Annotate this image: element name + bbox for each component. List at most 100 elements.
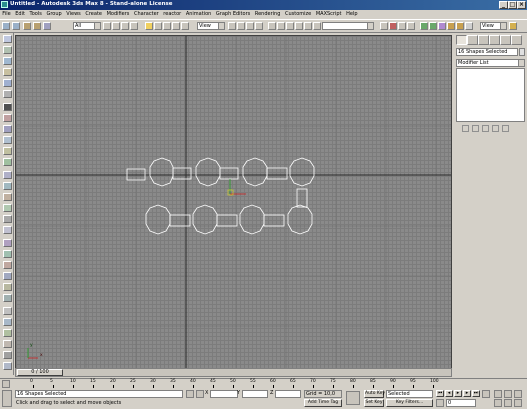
show-end-result-icon[interactable]	[472, 125, 479, 132]
hierarchy-tab-icon[interactable]	[478, 35, 489, 45]
render-last-icon[interactable]	[429, 22, 437, 30]
left-tool-icon-27[interactable]	[3, 329, 12, 337]
lock-selection-icon[interactable]	[186, 390, 194, 398]
quick-render-icon[interactable]	[407, 22, 415, 30]
modifier-list-dropdown[interactable]: Modifier List	[456, 59, 525, 67]
left-tool-icon-26[interactable]	[3, 318, 12, 326]
effects-icon[interactable]	[447, 22, 455, 30]
next-frame-icon[interactable]: ▸	[463, 390, 471, 397]
add-time-tag-button[interactable]: Add Time Tag	[304, 399, 342, 407]
viewport-dropdown[interactable]: View	[480, 22, 507, 30]
select-and-rotate-icon[interactable]	[154, 22, 162, 30]
menu-reactor[interactable]: reactor	[161, 10, 184, 19]
left-tool-icon-23[interactable]	[3, 283, 12, 291]
time-configuration-icon[interactable]	[482, 390, 490, 398]
rectangle-selection-icon[interactable]	[121, 22, 129, 30]
goto-end-icon[interactable]: ⏭	[472, 390, 480, 397]
left-tool-icon-8[interactable]	[3, 114, 12, 122]
menu-help[interactable]: Help	[344, 10, 360, 19]
bind-space-warp-icon[interactable]	[43, 22, 51, 30]
menu-character[interactable]: Character	[132, 10, 161, 19]
left-tool-icon-20[interactable]	[3, 250, 12, 258]
pan-view-icon[interactable]	[504, 399, 512, 407]
left-tool-icon-12[interactable]	[3, 158, 12, 166]
reference-coordinate-dropdown[interactable]: View	[197, 22, 225, 30]
display-tab-icon[interactable]	[500, 35, 511, 45]
left-tool-icon-6[interactable]	[3, 90, 12, 98]
auto-key-button[interactable]: Auto Key	[364, 390, 385, 398]
maximize-button[interactable]: □	[508, 1, 517, 9]
maxscript-listener-icon[interactable]	[2, 390, 12, 407]
selection-name-field[interactable]: 16 Shapes Selected	[456, 48, 518, 56]
mirror-icon[interactable]	[277, 22, 285, 30]
close-button[interactable]: ×	[517, 1, 526, 9]
left-tool-icon-29[interactable]	[3, 351, 12, 359]
percent-snap-icon[interactable]	[246, 22, 254, 30]
render-frame-icon[interactable]	[398, 22, 406, 30]
left-tool-icon-7[interactable]	[3, 103, 12, 111]
left-tool-icon-16[interactable]	[3, 204, 12, 212]
edit-named-selections-icon[interactable]	[268, 22, 276, 30]
left-tool-icon-18[interactable]	[3, 226, 12, 234]
angle-snap-icon[interactable]	[228, 22, 236, 30]
select-object-icon[interactable]	[103, 22, 111, 30]
menu-file[interactable]: File	[0, 10, 13, 19]
window-crossing-icon[interactable]	[130, 22, 138, 30]
y-coord-field[interactable]	[242, 390, 268, 398]
left-tool-icon-30[interactable]	[3, 362, 12, 370]
curve-editor-icon[interactable]	[304, 22, 312, 30]
menu-group[interactable]: Group	[44, 10, 64, 19]
render-production-icon[interactable]	[456, 22, 464, 30]
field-of-view-icon[interactable]	[494, 399, 502, 407]
select-link-icon[interactable]	[23, 22, 31, 30]
align-icon[interactable]	[286, 22, 294, 30]
left-tool-icon-4[interactable]	[3, 68, 12, 76]
object-color-swatch[interactable]	[519, 48, 525, 56]
set-key-button[interactable]: Set Key	[364, 399, 384, 407]
menu-create[interactable]: Create	[83, 10, 104, 19]
select-and-scale-icon[interactable]	[163, 22, 171, 30]
snap-toggle-icon[interactable]	[237, 22, 245, 30]
menu-maxscript[interactable]: MAXScript	[314, 10, 344, 19]
left-tool-icon-25[interactable]	[3, 307, 12, 315]
default-key-icon[interactable]	[346, 391, 360, 405]
z-coord-field[interactable]	[275, 390, 301, 398]
menu-rendering[interactable]: Rendering	[253, 10, 283, 19]
left-tool-icon-24[interactable]	[3, 294, 12, 302]
zoom-extents-icon[interactable]	[514, 390, 522, 398]
left-tool-icon-1[interactable]	[3, 35, 12, 43]
left-tool-icon-9[interactable]	[3, 125, 12, 133]
left-tool-icon-17[interactable]	[3, 215, 12, 223]
left-tool-icon-28[interactable]	[3, 340, 12, 348]
spinner-snap-icon[interactable]	[255, 22, 263, 30]
make-unique-icon[interactable]	[482, 125, 489, 132]
left-tool-icon-13[interactable]	[3, 171, 12, 179]
select-and-move-icon[interactable]	[145, 22, 153, 30]
left-tool-icon-19[interactable]	[3, 239, 12, 247]
environment-icon[interactable]	[438, 22, 446, 30]
undo-icon[interactable]	[2, 22, 10, 30]
left-tool-icon-11[interactable]	[3, 147, 12, 155]
pin-stack-icon[interactable]	[462, 125, 469, 132]
menu-graph-editors[interactable]: Graph Editors	[214, 10, 253, 19]
menu-customize[interactable]: Customize	[283, 10, 314, 19]
layer-manager-icon[interactable]	[295, 22, 303, 30]
mini-curve-editor-icon[interactable]	[2, 380, 10, 388]
left-tool-icon-22[interactable]	[3, 272, 12, 280]
arc-rotate-icon[interactable]	[514, 399, 522, 407]
menu-modifiers[interactable]: Modifiers	[104, 10, 131, 19]
left-tool-icon-21[interactable]	[3, 261, 12, 269]
active-shade-icon[interactable]	[420, 22, 428, 30]
time-slider-thumb[interactable]: 0 / 100	[17, 369, 63, 376]
track-bar[interactable]: 0 5 10 15 20 25 30 35 40 45 50 55 60 65 70 75 80 85 90 95 10…	[0, 378, 527, 389]
key-mode-dropdown[interactable]: Selected	[386, 390, 433, 398]
schematic-view-icon[interactable]	[313, 22, 321, 30]
teapot-render-icon[interactable]	[509, 22, 517, 30]
material-editor-icon[interactable]	[380, 22, 388, 30]
x-coord-field[interactable]	[210, 390, 238, 398]
remove-modifier-icon[interactable]	[492, 125, 499, 132]
minimize-button[interactable]: _	[499, 1, 508, 9]
select-manipulate-icon[interactable]	[172, 22, 180, 30]
modify-tab-icon[interactable]	[467, 35, 478, 45]
zoom-icon[interactable]	[494, 390, 502, 398]
